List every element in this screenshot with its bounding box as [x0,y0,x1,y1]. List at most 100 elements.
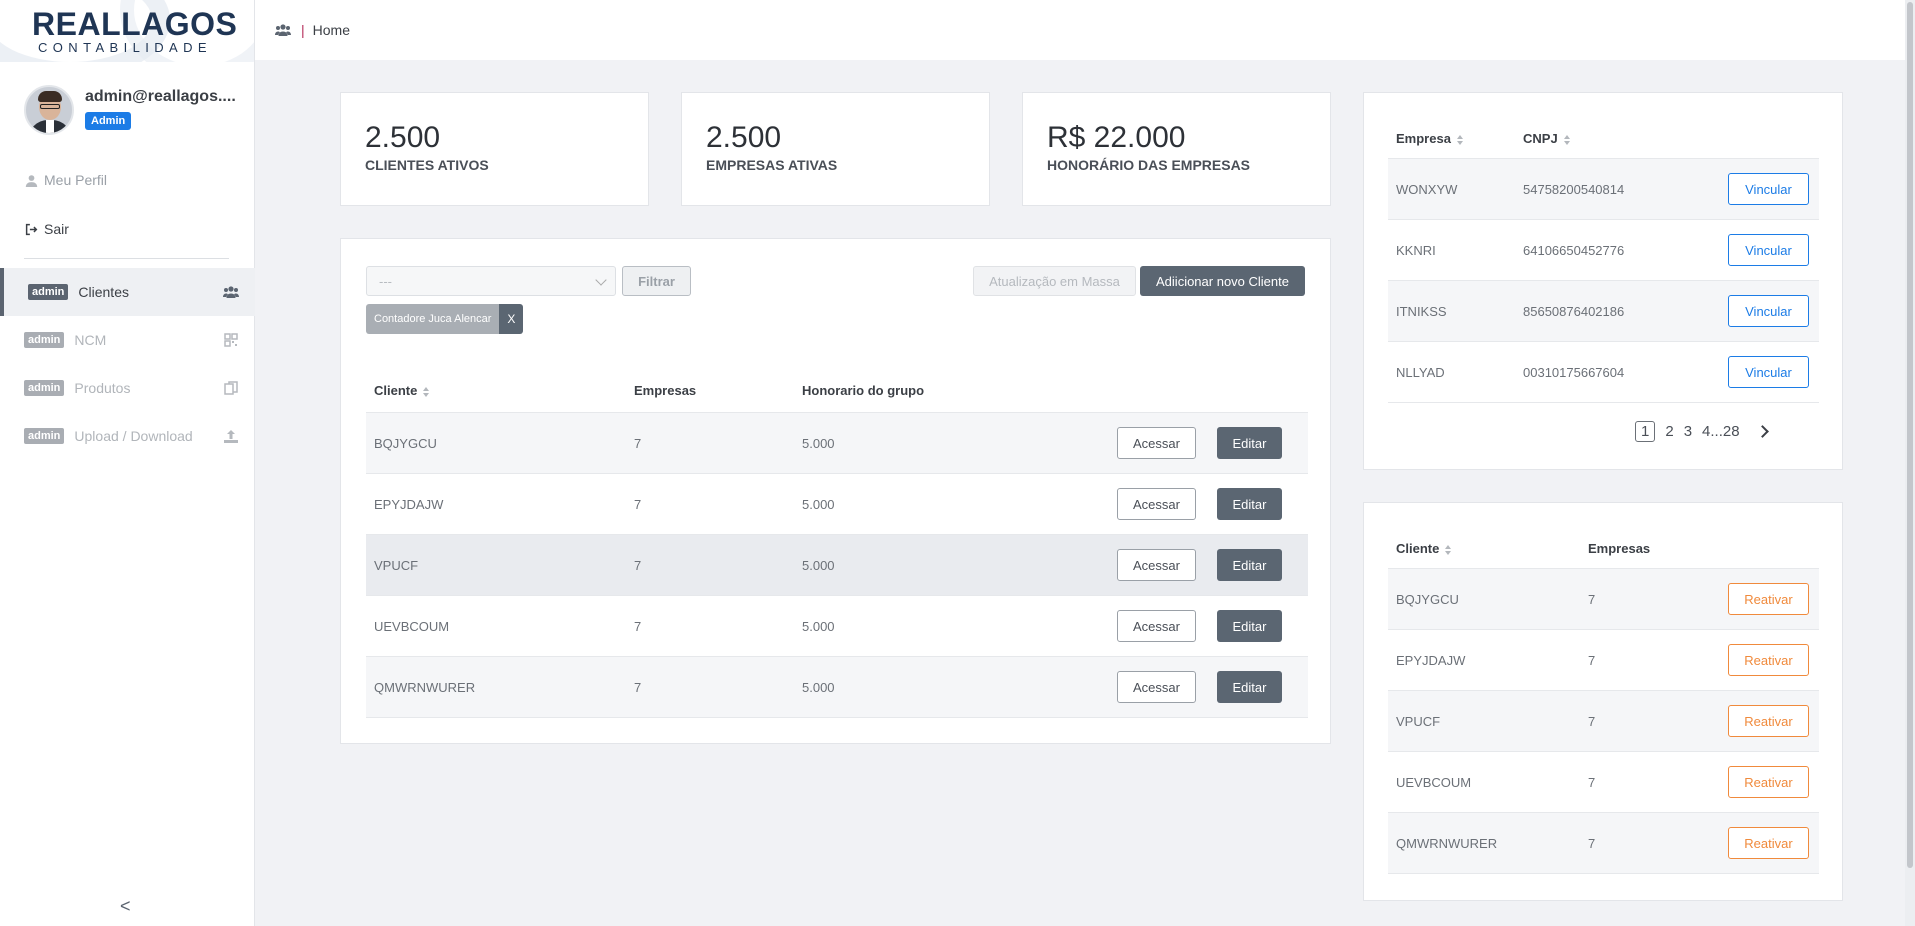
page-scrollbar[interactable] [1905,0,1915,926]
column-header-cliente[interactable]: Cliente [366,383,634,398]
cell-cnpj: 54758200540814 [1523,181,1625,197]
cell-cliente: EPYJDAJW [374,496,444,512]
sort-icon[interactable] [423,386,430,397]
table-row: BQJYGCU 7 5.000 Acessar Editar [366,413,1308,474]
table-row: KKNRI 64106650452776 Vincular [1388,220,1819,281]
edit-button[interactable]: Editar [1217,549,1282,581]
cell-cliente: QMWRNWURER [1396,835,1498,851]
cell-honorario: 5.000 [802,557,835,573]
stat-card-honorario: R$ 22.000 HONORÁRIO DAS EMPRESAS [1022,92,1331,206]
edit-button[interactable]: Editar [1217,488,1282,520]
access-button[interactable]: Acessar [1117,671,1196,703]
cell-empresas: 7 [1588,835,1596,851]
upload-icon [224,430,238,443]
cell-empresa: KKNRI [1396,242,1436,258]
column-header-cliente[interactable]: Cliente [1388,541,1588,556]
reactivate-button[interactable]: Reativar [1728,644,1809,676]
page-button-4[interactable]: 4 [1702,423,1710,440]
column-header-empresas: Empresas [1588,541,1651,556]
cell-cliente: QMWRNWURER [374,679,476,695]
pagination: 1 2 3 4 ...28 [1635,421,1777,442]
top-bar: | Home [255,0,1905,60]
sidebar-nav: admin Clientes admin NCM admin Produtos … [0,268,255,460]
cell-empresas: 7 [634,557,642,573]
profile-link[interactable]: Meu Perfil [25,172,107,188]
sidebar-item-label: Produtos [74,380,131,396]
edit-button[interactable]: Editar [1217,610,1282,642]
page-button-last[interactable]: ...28 [1710,423,1739,440]
link-company-button[interactable]: Vincular [1728,295,1809,327]
cell-empresas: 7 [1588,713,1596,729]
page-button-2[interactable]: 2 [1665,423,1673,440]
column-header-cnpj[interactable]: CNPJ [1523,131,1723,146]
table-row: WONXYW 54758200540814 Vincular [1388,159,1819,220]
filter-button[interactable]: Filtrar [622,266,691,296]
users-icon[interactable] [275,22,291,38]
breadcrumb-separator: | [301,22,305,38]
sign-out-icon [25,223,38,235]
table-row: BQJYGCU 7 Reativar [1388,569,1819,630]
cell-honorario: 5.000 [802,496,835,512]
sort-icon[interactable] [1445,544,1452,555]
cell-honorario: 5.000 [802,435,835,451]
select-value: --- [379,274,392,289]
users-icon [223,286,239,298]
close-icon[interactable]: X [499,304,524,334]
collapse-sidebar-button[interactable]: < [120,896,131,917]
role-badge: Admin [85,112,132,130]
table-row: ITNIKSS 85650876402186 Vincular [1388,281,1819,342]
sidebar-item-ncm[interactable]: admin NCM [0,316,255,364]
access-button[interactable]: Acessar [1117,488,1196,520]
cell-cliente: UEVBCOUM [374,618,450,634]
access-button[interactable]: Acessar [1117,549,1196,581]
brand-logo[interactable]: REALLAGOS CONTABILIDADE [0,0,254,62]
link-company-button[interactable]: Vincular [1728,173,1809,205]
admin-tag: admin [24,332,65,348]
sidebar-item-clientes[interactable]: admin Clientes [0,268,255,316]
table-row: VPUCF 7 5.000 Acessar Editar [366,535,1308,596]
sidebar-item-produtos[interactable]: admin Produtos [0,364,255,412]
page-button-1[interactable]: 1 [1635,421,1656,442]
link-company-button[interactable]: Vincular [1728,234,1809,266]
reactivate-button[interactable]: Reativar [1728,766,1809,798]
chevron-right-icon[interactable] [1755,425,1769,438]
link-company-button[interactable]: Vincular [1728,356,1809,388]
cell-empresas: 7 [634,496,642,512]
edit-button[interactable]: Editar [1217,427,1282,459]
table-row: NLLYAD 00310175667604 Vincular [1388,342,1819,403]
sidebar-item-upload-download[interactable]: admin Upload / Download [0,412,255,460]
cell-cliente: UEVBCOUM [1396,774,1472,790]
reactivate-button[interactable]: Reativar [1728,827,1809,859]
cell-empresas: 7 [634,435,642,451]
avatar[interactable] [24,85,74,135]
sort-icon[interactable] [1456,134,1463,145]
breadcrumb[interactable]: Home [313,22,350,38]
page-button-3[interactable]: 3 [1684,423,1692,440]
accountant-select[interactable]: --- [366,266,616,296]
cell-cnpj: 00310175667604 [1523,364,1625,380]
add-client-button[interactable]: Adiicionar novo Cliente [1140,266,1305,296]
stat-card-empresas: 2.500 EMPRESAS ATIVAS [681,92,990,206]
logout-link[interactable]: Sair [25,221,69,237]
user-email: admin@reallagos.... [85,88,236,105]
stat-label: HONORÁRIO DAS EMPRESAS [1047,157,1251,173]
reactivate-button[interactable]: Reativar [1728,583,1809,615]
mass-update-button[interactable]: Atualização em Massa [973,266,1136,296]
access-button[interactable]: Acessar [1117,427,1196,459]
stat-card-clientes: 2.500 CLIENTES ATIVOS [340,92,649,206]
cell-empresas: 7 [634,679,642,695]
table-header: Cliente Empresas Honorario do grupo [366,361,1308,413]
table-row: EPYJDAJW 7 5.000 Acessar Editar [366,474,1308,535]
reactivate-button[interactable]: Reativar [1728,705,1809,737]
stat-label: EMPRESAS ATIVAS [706,157,838,173]
filter-chip-label: Contadore Juca Alencar [366,304,500,334]
table-row: QMWRNWURER 7 Reativar [1388,813,1819,874]
edit-button[interactable]: Editar [1217,671,1282,703]
stat-value: 2.500 [706,121,782,154]
clients-panel: --- Filtrar Atualização em Massa Adiicio… [340,238,1331,744]
access-button[interactable]: Acessar [1117,610,1196,642]
column-header-empresa[interactable]: Empresa [1388,131,1523,146]
sort-icon[interactable] [1563,134,1570,145]
cell-empresa: NLLYAD [1396,364,1445,380]
scrollbar-thumb[interactable] [1907,2,1913,868]
